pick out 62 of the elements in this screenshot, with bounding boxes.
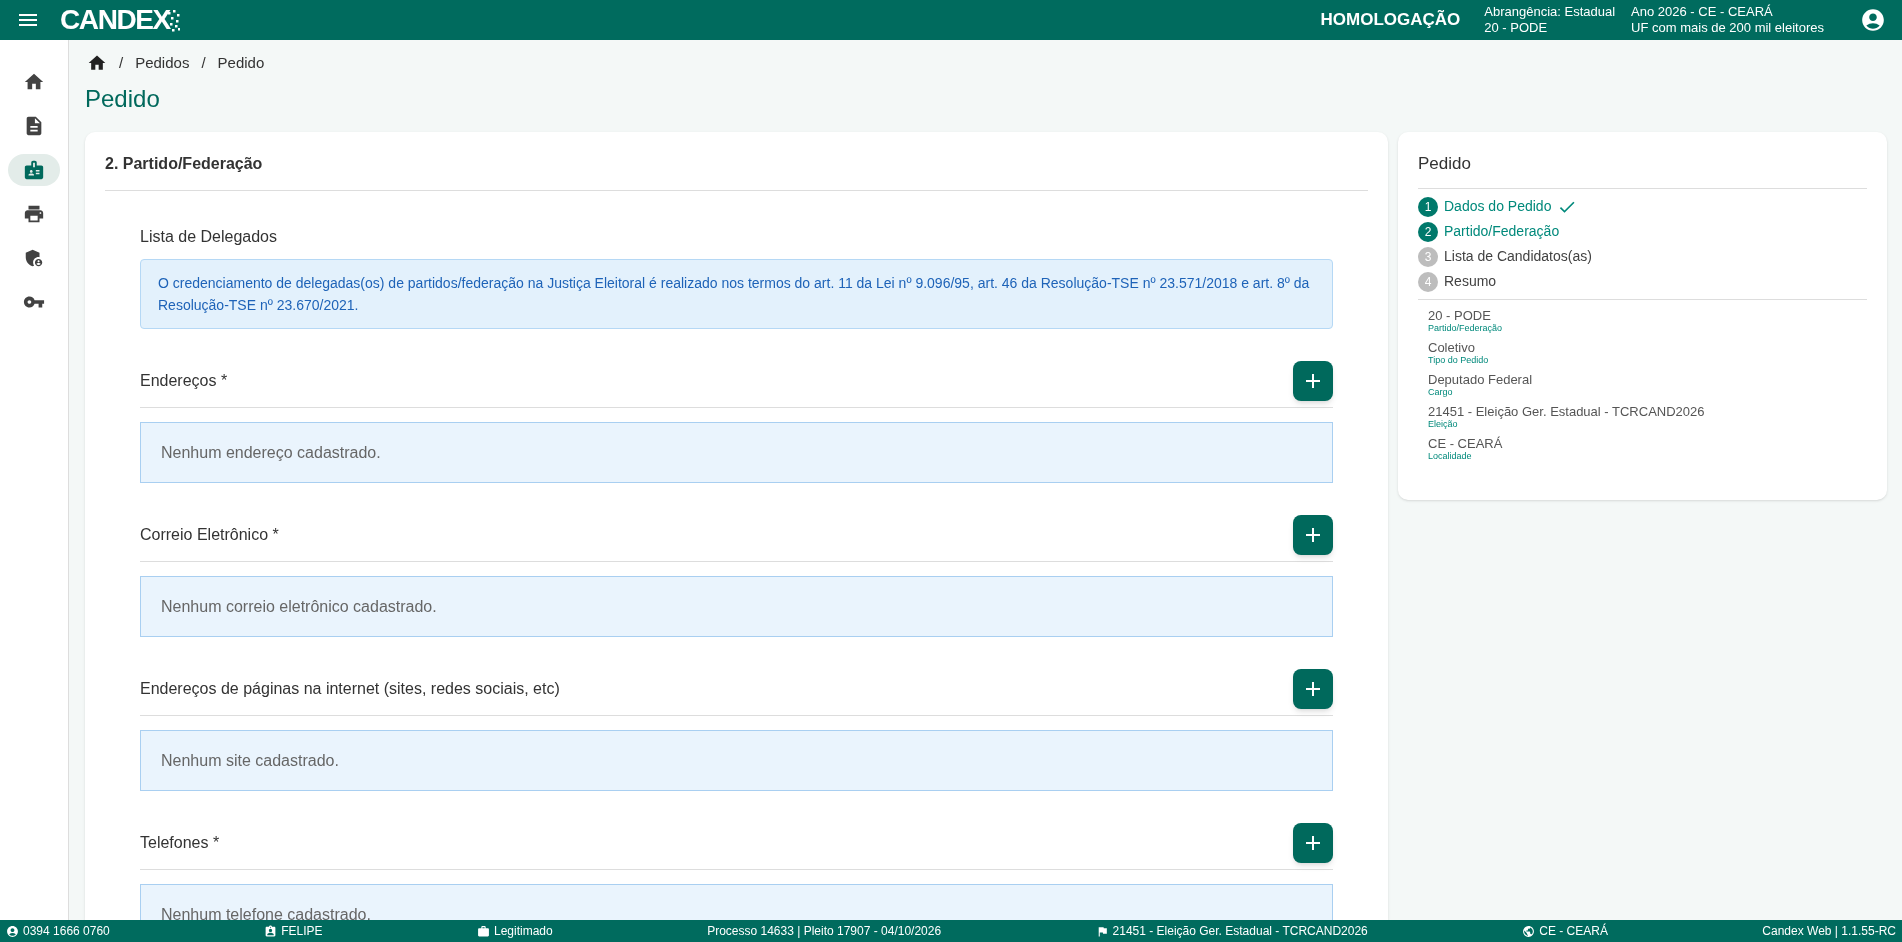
summary-title: Pedido [1418,152,1867,189]
header-info: Ano 2026 - CE - CEARÁ [1631,4,1774,20]
step-number: 3 [1418,246,1438,267]
shield-icon [23,247,45,269]
status-text: CE - CEARÁ [1539,922,1608,940]
user-button[interactable] [1860,7,1886,33]
summary-value: 21451 - Eleição Ger. Estadual - TCRCAND2026 [1428,404,1706,419]
breadcrumb-separator: / [119,52,124,73]
summary-label: Cargo [1428,387,1454,398]
step-number: 2 [1418,221,1438,242]
empty-message: Nenhum telefone cadastrado. [161,904,371,920]
summary-value: CE - CEARÁ [1428,436,1504,451]
empty-message: Nenhum site cadastrado. [161,750,339,771]
add-button[interactable] [1293,823,1333,863]
empty-message: Nenhum endereço cadastrado. [161,442,381,463]
subsection-title: Telefones * [140,833,220,853]
info-notice: O credenciamento de delegadas(os) de partidos/federação na Justiça Eleitoral é realizado nos termos do art. 11 da Lei nº 9.096/95, art. 46 da Resolução-TSE nº 23.571/2018 e art. 8º da Resolução-TSE nº 23.670/2021. [140,259,1333,329]
status-text: FELIPE [281,923,323,940]
user-icon [6,924,19,938]
breadcrumb-separator: / [201,52,206,73]
list-title: Lista de Delegados [140,227,278,247]
status-text: Candex Web | 1.1.55-RC [1762,923,1896,940]
sidebar-item[interactable] [8,154,60,186]
subsection-title: Correio Eletrônico * [140,525,279,545]
home-link[interactable] [87,53,107,73]
empty-message: Nenhum correio eletrônico cadastrado. [161,596,437,617]
summary-value: 20 - PODE [1428,308,1492,323]
printer-icon [23,203,45,225]
add-button[interactable] [1293,361,1333,401]
badge-icon [23,159,45,181]
status-text: Legitimado [494,923,553,940]
header-info: Abrangência: Estadual [1484,4,1616,20]
summary-label: Tipo do Pedido [1428,355,1490,366]
badge-icon [264,924,278,938]
status-text: Processo 14633 | Pleito 17907 - 04/10/2026 [707,923,942,940]
globe-icon [1522,924,1536,938]
step-label: Partido/Federação [1444,222,1560,241]
section-title: 2. Partido/Federação [105,152,1368,191]
logo: CANDEX [60,6,180,34]
status-text: 0394 1666 0760 [23,923,110,940]
step-number: 4 [1418,271,1438,292]
step-label: Dados do Pedido [1444,197,1552,216]
step-number: 1 [1418,196,1438,217]
subsection-title: Endereços de páginas na internet (sites, redes sociais, etc) [140,679,560,699]
step-label: Resumo [1444,272,1497,291]
briefcase-icon [477,924,490,938]
breadcrumb-link[interactable]: Pedidos [135,51,190,75]
summary-value: Coletivo [1428,340,1476,355]
page-title: Pedido [85,84,161,114]
breadcrumb-link[interactable]: Pedido [217,51,265,75]
summary-label: Localidade [1428,451,1473,462]
add-button[interactable] [1293,669,1333,709]
environment-label: HOMOLOGAÇÃO [1320,9,1461,32]
subsection-title: Endereços * [140,371,228,391]
status-text: 21451 - Eleição Ger. Estadual - TCRCAND2026 [1112,923,1368,940]
step-label: Lista de Candidatos(as) [1444,247,1592,266]
header-info: UF com mais de 200 mil eleitores [1631,20,1824,36]
header-info: 20 - PODE [1484,20,1549,36]
add-button[interactable] [1293,515,1333,555]
summary-label: Partido/Federação [1428,323,1504,334]
summary-value: Deputado Federal [1428,372,1534,387]
summary-label: Eleição [1428,419,1459,430]
